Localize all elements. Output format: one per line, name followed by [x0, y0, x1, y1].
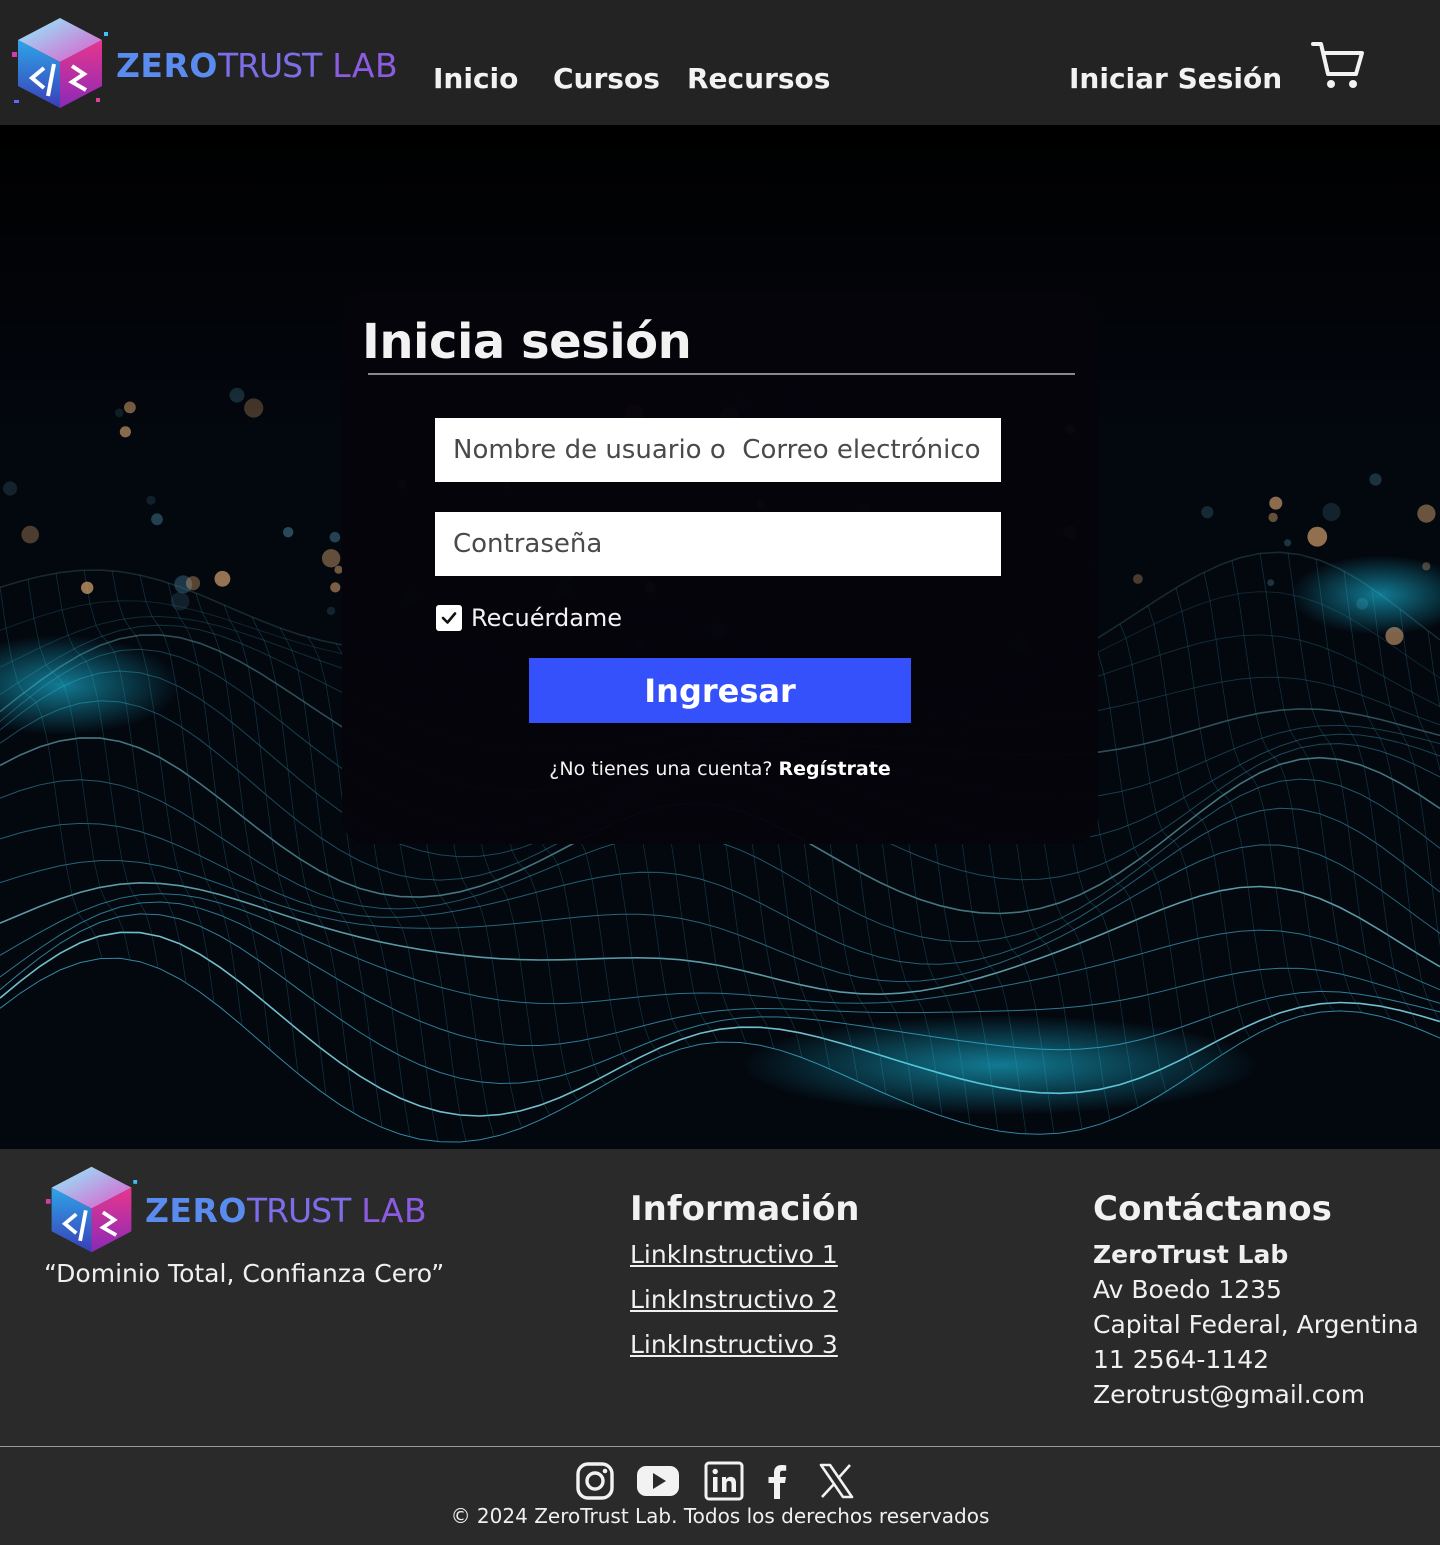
brand-name-part2: TRUST	[246, 1191, 351, 1230]
footer-brand-logo[interactable]: ZEROTRUST LAB	[44, 1161, 427, 1256]
nav-recursos-link[interactable]: Recursos	[687, 62, 830, 95]
info-heading: Información	[630, 1189, 860, 1229]
copyright-text: © 2024 ZeroTrust Lab. Todos los derechos…	[450, 1504, 990, 1528]
contact-address: Av Boedo 1235	[1093, 1275, 1282, 1304]
brand-logo[interactable]: ZEROTRUST LAB	[10, 12, 398, 112]
password-input[interactable]	[435, 512, 1001, 576]
nav-inicio-link[interactable]: Inicio	[433, 62, 518, 95]
youtube-icon[interactable]	[636, 1461, 680, 1501]
info-link-2[interactable]: LinkInstructivo 2	[630, 1285, 838, 1314]
facebook-icon[interactable]	[757, 1461, 797, 1501]
linkedin-icon[interactable]	[704, 1461, 744, 1501]
remember-me-option[interactable]: Recuérdame	[436, 604, 622, 632]
remember-me-checkbox[interactable]	[436, 605, 462, 631]
cube-logo-icon	[12, 18, 108, 108]
brand-name-part1: ZERO	[116, 45, 218, 85]
username-email-input[interactable]	[435, 418, 1001, 482]
x-icon[interactable]	[816, 1461, 856, 1501]
footer-divider	[0, 1446, 1440, 1447]
instagram-icon[interactable]	[575, 1461, 615, 1501]
brand-name-part2: TRUST	[217, 45, 322, 85]
title-divider	[368, 373, 1075, 375]
login-card: Inicia sesión Recuérdame Ingresar ¿No ti…	[342, 292, 1098, 844]
cart-icon[interactable]	[1310, 40, 1366, 92]
footer-brand-wordmark: ZEROTRUST LAB	[145, 1194, 427, 1227]
contact-city: Capital Federal, Argentina	[1093, 1310, 1419, 1339]
login-submit-button[interactable]: Ingresar	[529, 658, 911, 723]
checkmark-icon	[441, 612, 457, 624]
remember-me-label: Recuérdame	[471, 604, 623, 632]
site-footer: ZEROTRUST LAB “Dominio Total, Confianza …	[0, 1149, 1440, 1545]
brand-name-part1: ZERO	[145, 1191, 247, 1230]
signup-prompt-text: ¿No tienes una cuenta?	[549, 758, 773, 780]
brand-name-part3: LAB	[321, 45, 399, 85]
nav-login-link[interactable]: Iniciar Sesión	[1069, 62, 1282, 95]
brand-wordmark: ZEROTRUST LAB	[116, 49, 398, 82]
site-header: ZEROTRUST LAB Inicio Cursos Recursos Ini…	[0, 0, 1440, 125]
login-title: Inicia sesión	[362, 314, 692, 370]
cube-logo-icon	[45, 1166, 138, 1253]
contact-heading: Contáctanos	[1093, 1189, 1332, 1229]
contact-phone: 11 2564-1142	[1093, 1345, 1270, 1374]
signup-prompt: ¿No tienes una cuenta? Regístrate	[342, 758, 1098, 780]
contact-email: Zerotrust@gmail.com	[1093, 1380, 1366, 1409]
info-link-3[interactable]: LinkInstructivo 3	[630, 1330, 838, 1359]
nav-cursos-link[interactable]: Cursos	[553, 62, 660, 95]
contact-company-name: ZeroTrust Lab	[1093, 1240, 1289, 1269]
footer-slogan: “Dominio Total, Confianza Cero”	[44, 1259, 445, 1288]
signup-link[interactable]: Regístrate	[779, 758, 891, 780]
hero-section: Inicia sesión Recuérdame Ingresar ¿No ti…	[0, 125, 1440, 1149]
info-link-1[interactable]: LinkInstructivo 1	[630, 1240, 838, 1269]
brand-name-part3: LAB	[350, 1191, 428, 1230]
